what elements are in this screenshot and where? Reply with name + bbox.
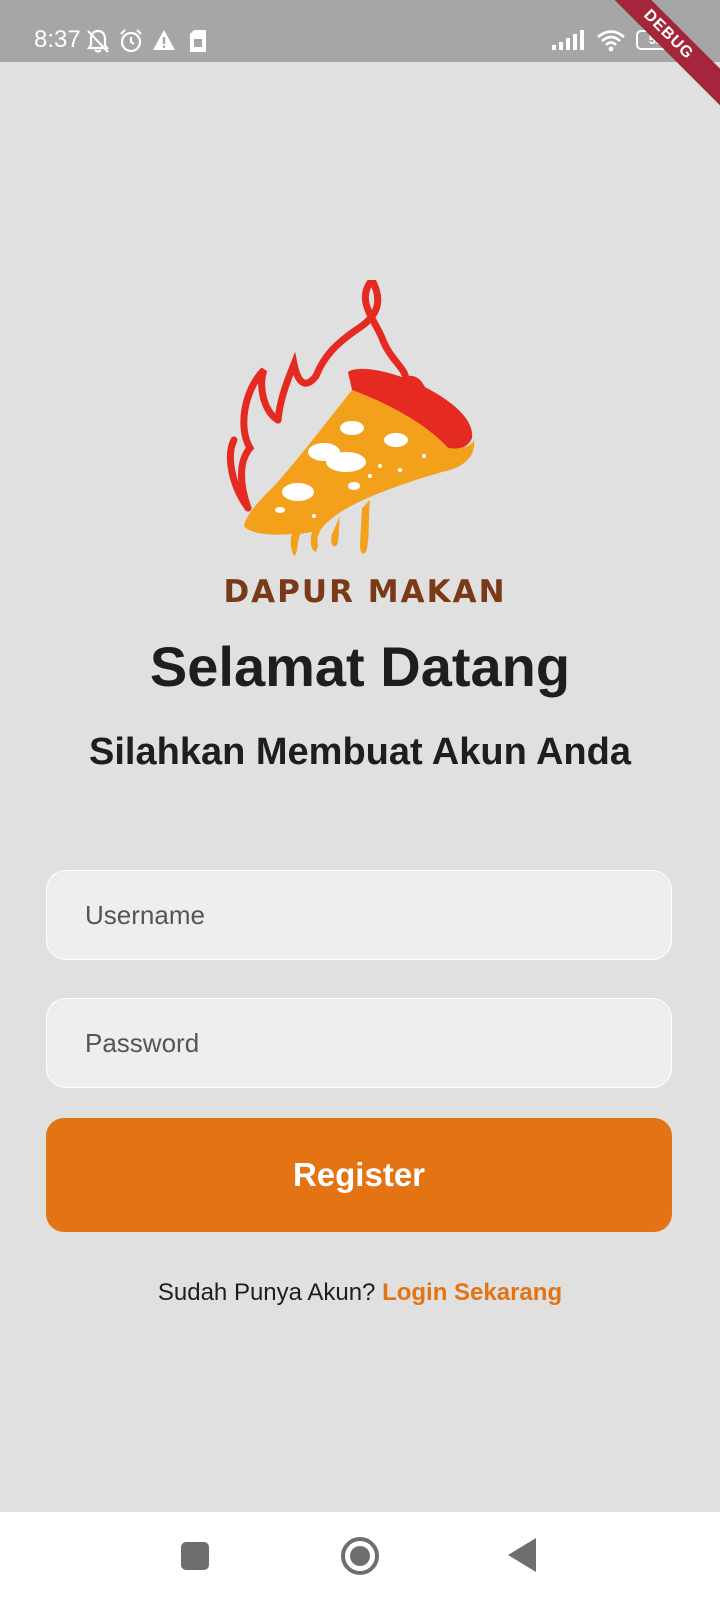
page-title: Selamat Datang	[149, 635, 571, 698]
password-input[interactable]	[46, 998, 672, 1088]
login-prompt: Sudah Punya Akun? Login Sekarang	[0, 1278, 720, 1308]
alarm-icon	[120, 29, 142, 53]
recents-icon[interactable]	[181, 1542, 209, 1570]
register-button[interactable]: Register	[46, 1118, 672, 1232]
status-time: 8:37	[34, 26, 81, 53]
warning-icon	[153, 30, 175, 50]
back-icon[interactable]	[508, 1538, 538, 1572]
notifications-off-icon	[86, 29, 110, 53]
login-link[interactable]: Login Sekarang	[382, 1279, 562, 1306]
username-input[interactable]	[46, 870, 672, 960]
sim-icon	[190, 30, 206, 52]
wifi-icon	[597, 30, 625, 52]
logo-brand-name: DAPUR MAKAN	[223, 574, 506, 610]
pizza-flame-logo: DAPUR MAKAN	[223, 280, 506, 610]
status-bar: 8:37 52 DEBUG	[0, 0, 720, 115]
signal-icon	[552, 30, 584, 50]
login-prompt-text: Sudah Punya Akun?	[157, 1279, 376, 1306]
navigation-bar	[0, 1512, 720, 1600]
home-icon[interactable]	[340, 1536, 380, 1576]
debug-banner: DEBUG	[588, 0, 720, 115]
page-subtitle: Silahkan Membuat Akun Anda	[89, 731, 631, 773]
